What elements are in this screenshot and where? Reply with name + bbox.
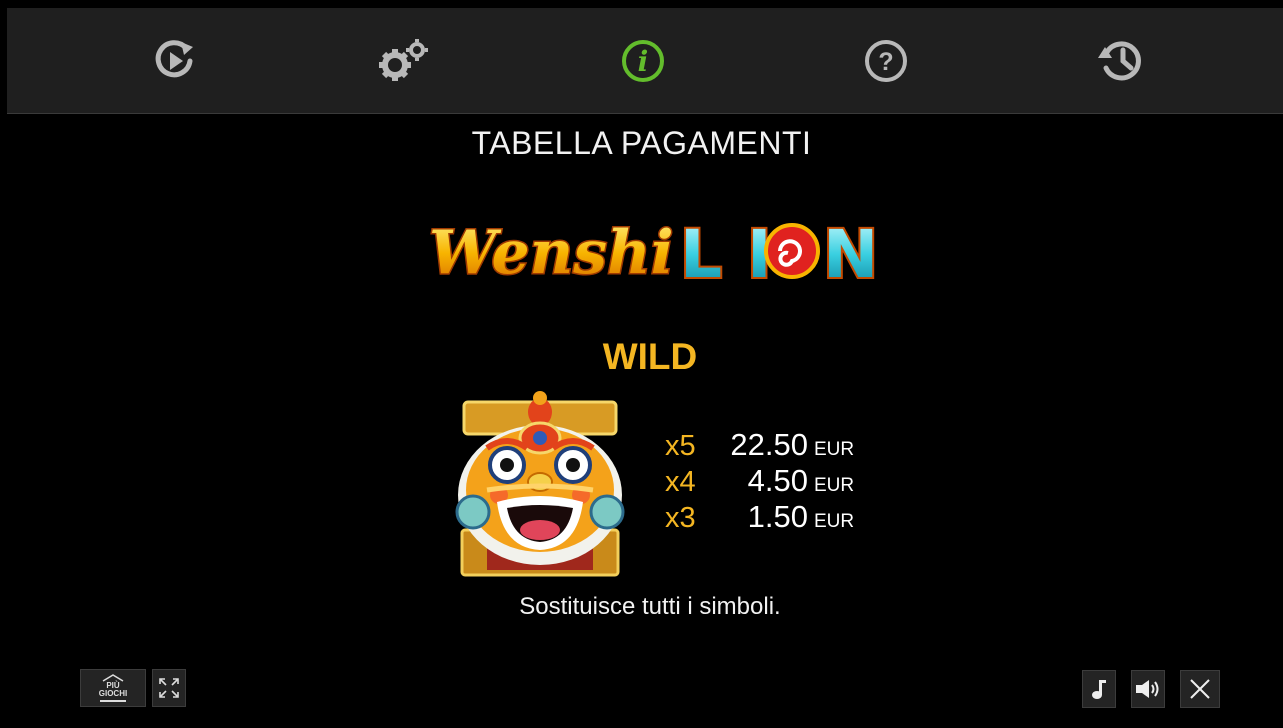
settings-button[interactable] [376,33,432,89]
music-toggle-button[interactable] [1082,670,1116,708]
currency: EUR [814,511,855,532]
game-logo: Wenshi L I N [428,214,876,290]
history-icon [1098,41,1141,81]
paytable-title: TABELLA PAGAMENTI [471,125,812,161]
svg-text:N: N [823,216,875,290]
payout-row: x3 1.50 EUR [665,499,854,535]
payout-row: x4 4.50 EUR [665,463,854,499]
payout-amount: 1.50 [747,499,808,534]
speaker-icon [1136,680,1159,698]
top-navigation-bar: i ? [7,8,1283,114]
symbol-name: WILD [602,336,698,377]
fullscreen-button[interactable] [152,669,186,707]
payout-row: x5 22.50 EUR [665,427,854,463]
svg-text:L I: L I [680,216,773,290]
music-note-icon [1092,680,1106,699]
more-games-label-2: GIOCHI [98,689,128,698]
svg-text:i: i [638,45,649,78]
multiplier: x3 [665,502,696,534]
svg-text:?: ? [878,48,893,76]
info-icon: i [622,40,664,82]
currency: EUR [814,475,855,496]
history-button[interactable] [1092,33,1148,89]
currency: EUR [814,439,855,460]
lion-wild-symbol [455,391,625,577]
question-icon: ? [865,40,907,82]
payout-amount: 22.50 [730,427,808,462]
symbol-description: Sostituisce tutti i simboli. [519,593,781,620]
play-refresh-icon [155,40,193,78]
svg-text:Wenshi: Wenshi [429,218,673,288]
info-button[interactable]: i [615,33,671,89]
multiplier: x5 [665,430,696,462]
autoplay-button[interactable] [147,33,203,89]
payout-amount: 4.50 [747,463,808,498]
underline [100,700,126,702]
close-icon [1190,679,1210,699]
help-button[interactable]: ? [858,33,914,89]
gears-icon [379,39,428,81]
multiplier: x4 [665,466,696,498]
expand-icon [159,678,179,698]
close-button[interactable] [1180,670,1220,708]
more-games-button[interactable]: PIÙ GIOCHI [80,669,146,707]
sound-toggle-button[interactable] [1131,670,1165,708]
payout-table: x5 22.50 EUR x4 4.50 EUR x3 1.50 EUR [665,427,854,535]
